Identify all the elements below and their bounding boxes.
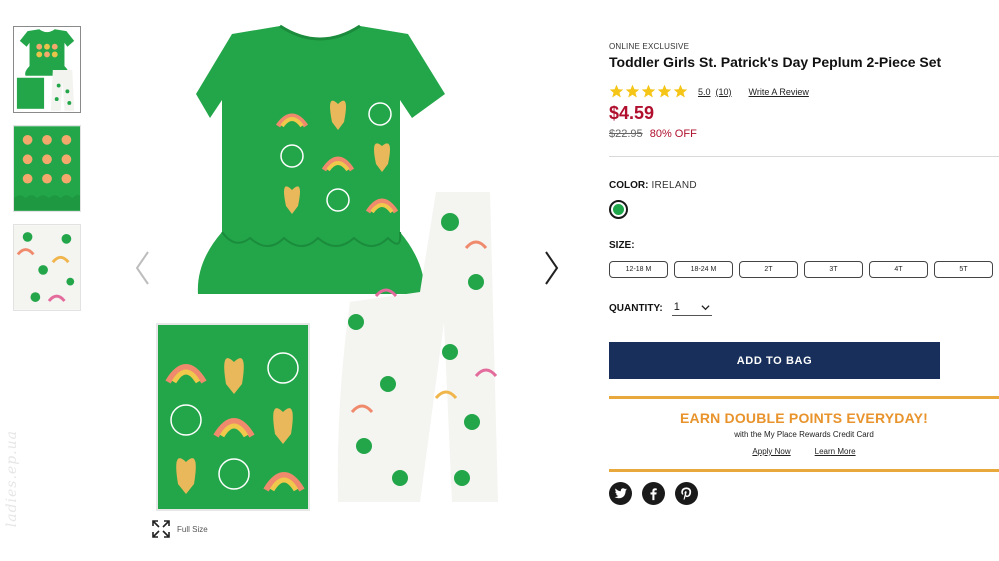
quantity-value: 1 [673,301,680,313]
add-to-bag-button[interactable]: ADD TO BAG [609,342,940,379]
rating-stars[interactable] [609,84,688,99]
size-label: SIZE: [609,240,635,251]
promo-headline: EARN DOUBLE POINTS EVERYDAY! [679,410,929,426]
quantity-label: QUANTITY: [609,303,663,314]
rating-row: 5.0 (10) Write A Review [609,84,999,99]
write-review-link[interactable]: Write A Review [749,87,809,97]
discount-badge: 80% OFF [649,128,697,140]
next-image-arrow-icon[interactable] [541,250,561,286]
promo-subtext: with the My Place Rewards Credit Card [734,430,874,439]
full-size-button[interactable]: Full Size [151,519,208,539]
product-details: ONLINE EXCLUSIVE Toddler Girls St. Patri… [609,42,999,140]
size-option-3t[interactable]: 3T [804,261,863,278]
star-icon [641,84,656,98]
size-option-4t[interactable]: 4T [869,261,928,278]
thumbnail-list [13,26,81,323]
previous-image-arrow-icon[interactable] [133,250,153,286]
color-label: COLOR: IRELAND [609,180,697,191]
rating-score-link[interactable]: 5.0 [698,87,711,97]
size-option-12-18m[interactable]: 12-18 M [609,261,668,278]
pinterest-icon[interactable] [675,482,698,505]
star-icon [657,84,672,98]
size-option-2t[interactable]: 2T [739,261,798,278]
size-option-5t[interactable]: 5T [934,261,993,278]
color-value: IRELAND [651,180,697,191]
size-selector: SIZE: 12-18 M 18-24 M 2T 3T 4T 5T [609,240,999,278]
thumbnail-leggings-detail[interactable] [13,224,81,311]
star-icon [673,84,688,98]
price-comparison: $22.95 80% OFF [609,128,999,140]
star-icon [609,84,624,98]
review-count-link[interactable]: (10) [716,87,732,97]
online-exclusive-label: ONLINE EXCLUSIVE [609,42,690,51]
twitter-icon[interactable] [609,482,632,505]
size-option-18-24m[interactable]: 18-24 M [674,261,733,278]
apply-now-link[interactable]: Apply Now [752,447,790,456]
sale-price: $4.59 [609,103,655,123]
original-price: $22.95 [609,128,643,140]
quantity-selector: QUANTITY: 1 [609,301,712,316]
learn-more-link[interactable]: Learn More [815,447,856,456]
color-label-text: COLOR: [609,180,649,191]
divider [609,156,999,157]
product-title: Toddler Girls St. Patrick's Day Peplum 2… [609,54,942,70]
social-share [609,482,698,505]
thumbnail-shirt-detail[interactable] [13,125,81,212]
facebook-icon[interactable] [642,482,665,505]
color-swatch-ireland[interactable] [609,200,628,219]
rewards-promo-banner: EARN DOUBLE POINTS EVERYDAY! with the My… [609,396,999,472]
color-selector: COLOR: IRELAND [609,180,697,219]
product-main-image[interactable] [150,22,520,512]
star-icon [625,84,640,98]
size-options: 12-18 M 18-24 M 2T 3T 4T 5T [609,261,999,278]
thumbnail-outfit[interactable] [13,26,81,113]
watermark: ladies.ep.ua [4,430,20,528]
expand-icon [152,520,170,538]
full-size-label: Full Size [177,524,208,534]
chevron-down-icon [701,304,710,310]
promo-links: Apply Now Learn More [609,447,999,456]
quantity-dropdown[interactable]: 1 [671,301,712,316]
